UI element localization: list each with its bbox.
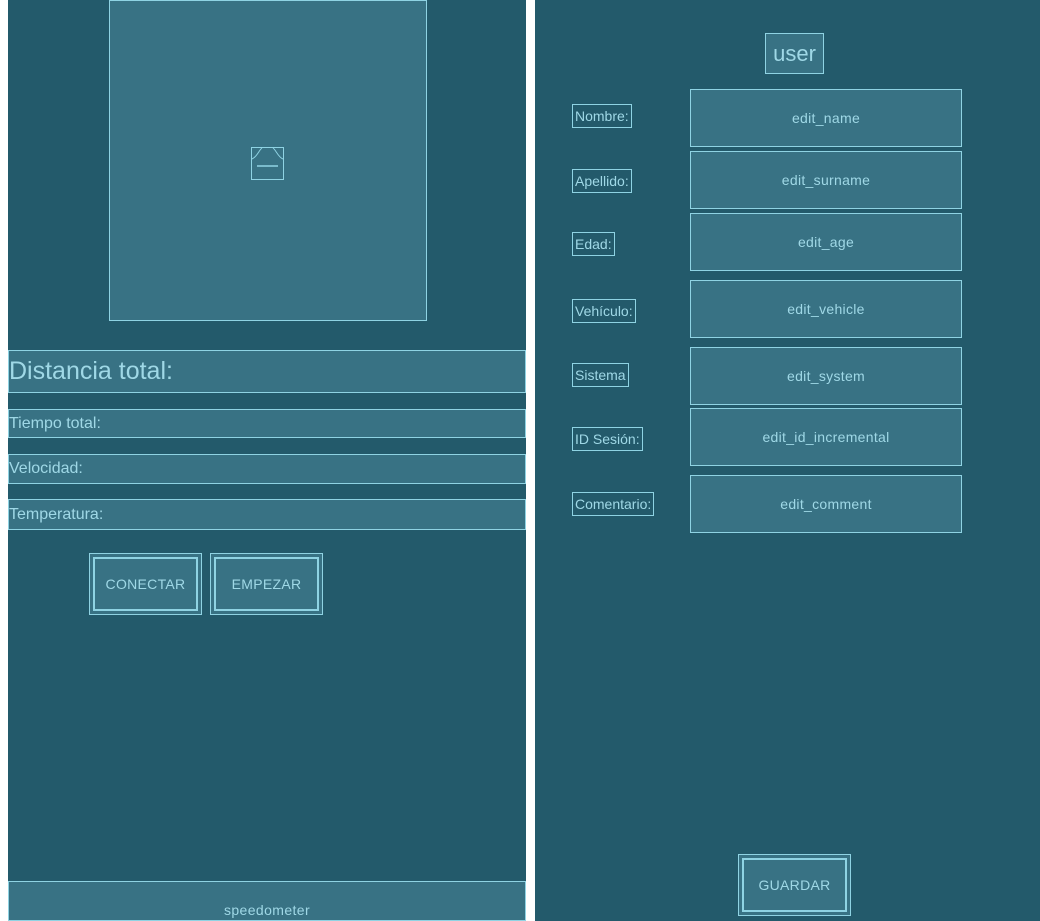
vehicle-label: Vehículo: <box>572 299 636 323</box>
broken-image-icon <box>251 147 284 180</box>
image-view <box>109 0 427 321</box>
age-label: Edad: <box>572 232 615 256</box>
session-id-field[interactable]: edit_id_incremental <box>690 408 962 466</box>
age-field[interactable]: edit_age <box>690 213 962 271</box>
user-screen: user Nombre: edit_name Apellido: edit_su… <box>535 0 1040 921</box>
name-label: Nombre: <box>572 104 632 128</box>
connect-button-label: CONECTAR <box>93 557 198 611</box>
footer-tab-speedometer[interactable]: speedometer <box>8 881 526 921</box>
name-field[interactable]: edit_name <box>690 89 962 147</box>
comment-field[interactable]: edit_comment <box>690 475 962 533</box>
system-label: Sistema <box>572 363 629 387</box>
comment-label: Comentario: <box>572 492 655 516</box>
system-field[interactable]: edit_system <box>690 347 962 405</box>
speed-label: Velocidad: <box>8 454 526 484</box>
connect-button[interactable]: CONECTAR <box>89 553 202 615</box>
distance-total-label: Distancia total: <box>8 350 526 393</box>
screen-title: user <box>765 33 824 74</box>
surname-label: Apellido: <box>572 169 632 193</box>
speedometer-screen: Distancia total: Tiempo total: Velocidad… <box>8 0 526 921</box>
save-button[interactable]: GUARDAR <box>738 854 851 916</box>
start-button-label: EMPEZAR <box>214 557 319 611</box>
session-id-label: ID Sesión: <box>572 427 643 451</box>
vehicle-field[interactable]: edit_vehicle <box>690 280 962 338</box>
temperature-label: Temperatura: <box>8 499 526 530</box>
save-button-label: GUARDAR <box>742 858 847 912</box>
start-button[interactable]: EMPEZAR <box>210 553 323 615</box>
time-total-label: Tiempo total: <box>8 409 526 438</box>
surname-field[interactable]: edit_surname <box>690 151 962 209</box>
